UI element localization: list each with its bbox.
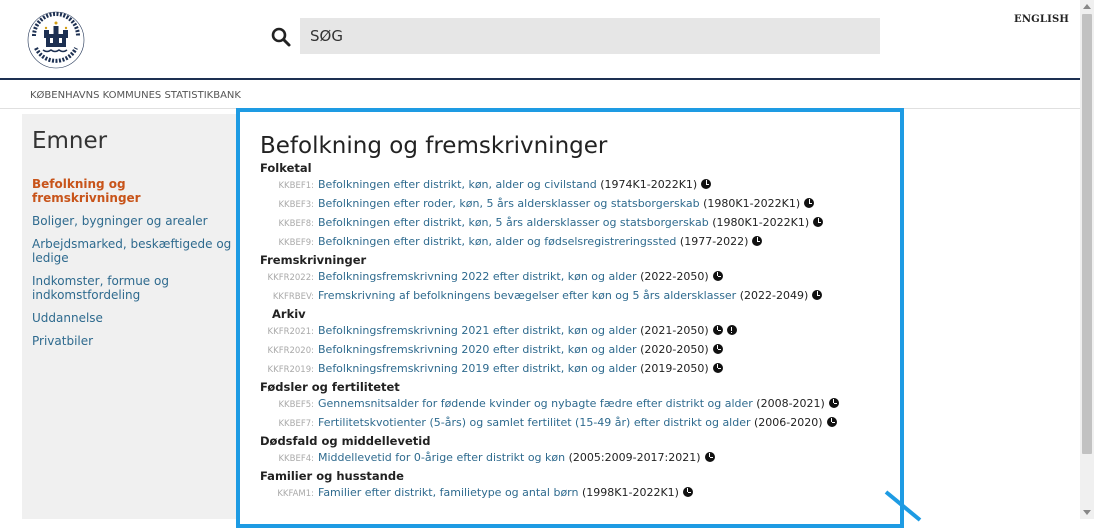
search-input[interactable] (300, 18, 880, 54)
main-content: Befolkning og fremskrivninger Folketal K… (236, 108, 904, 528)
table-link[interactable]: Befolkningen efter roder, køn, 5 års ald… (318, 197, 700, 210)
annotation-arrow (884, 490, 922, 522)
section-title: Familier og husstande (260, 469, 404, 483)
table-years: (2022-2050) (640, 270, 709, 283)
clock-icon[interactable] (752, 236, 763, 246)
clock-icon[interactable] (712, 363, 723, 373)
table-row: KKFAM1: Familier efter distrikt, familiet… (260, 484, 900, 503)
table-link[interactable]: Befolkningsfremskrivning 2021 efter dist… (318, 324, 637, 337)
table-row: KKBEF7: Fertilitetskvotienter (5-års) og … (260, 414, 900, 433)
page-title: Befolkning og fremskrivninger (260, 133, 608, 159)
table-row: KKBEF5: Gennemsnitsalder for fødende kvin… (260, 395, 900, 414)
table-code: KKFR2019: (267, 365, 314, 375)
clock-icon[interactable] (712, 344, 723, 354)
table-years: (2020-2050) (640, 343, 709, 356)
table-row: KKFRBEV: Fremskrivning af befolkningens b… (260, 287, 900, 306)
table-link[interactable]: Befolkningsfremskrivning 2019 efter dist… (318, 362, 637, 375)
table-row: KKBEF4: Middellevetid for 0-årige efter d… (260, 449, 900, 468)
table-code: KKBEF5: (278, 400, 314, 410)
kobenhavn-logo[interactable] (26, 10, 86, 70)
table-link[interactable]: Gennemsnitsalder for fødende kvinder og … (318, 397, 753, 410)
section-title: Folketal (260, 161, 312, 175)
sidebar-item-arbejdsmarked[interactable]: Arbejdsmarked, beskæftigede og ledige (32, 237, 232, 265)
table-row: KKFR2022: Befolkningsfremskrivning 2022 e… (260, 268, 900, 287)
table-code: KKFAM1: (277, 489, 314, 499)
scroll-down-icon[interactable] (1083, 510, 1091, 515)
sidebar-menu: Befolkning og fremskrivninger Boliger, b… (32, 177, 232, 357)
english-link[interactable]: ENGLISH (1014, 14, 1069, 25)
table-years: (1998K1-2022K1) (582, 486, 679, 499)
clock-icon[interactable] (712, 325, 723, 335)
section-title: Fødsler og fertilitetet (260, 380, 400, 394)
table-link[interactable]: Befolkningen efter distrikt, køn, alder … (318, 235, 676, 248)
table-years: (2019-2050) (640, 362, 709, 375)
table-years: (1974K1-2022K1) (600, 178, 698, 191)
table-years: (2008-2021) (756, 397, 825, 410)
table-row: KKBEF1: Befolkningen efter distrikt, køn,… (260, 176, 900, 195)
table-code: KKBEF4: (278, 454, 314, 464)
table-link[interactable]: Middellevetid for 0-årige efter distrikt… (318, 451, 565, 464)
section-title: Arkiv (272, 307, 306, 321)
section-title: Dødsfald og middellevetid (260, 434, 431, 448)
table-row: KKFR2021: Befolkningsfremskrivning 2021 e… (260, 322, 900, 341)
sidebar: Emner Befolkning og fremskrivninger Boli… (22, 114, 236, 519)
table-link[interactable]: Befolkningsfremskrivning 2022 efter dist… (318, 270, 637, 283)
clock-icon[interactable] (826, 417, 837, 427)
clock-icon[interactable] (704, 452, 715, 462)
table-code: KKBEF8: (278, 219, 314, 229)
table-code: KKFRBEV: (272, 292, 314, 302)
table-link[interactable]: Fertilitetskvotienter (5-års) og samlet … (318, 416, 751, 429)
clock-icon[interactable] (701, 179, 712, 189)
table-years: (1980K1-2022K1) (712, 216, 810, 229)
scrollbar-thumb[interactable] (1082, 14, 1092, 454)
sidebar-title: Emner (32, 128, 108, 154)
sidebar-item-befolkning[interactable]: Befolkning og fremskrivninger (32, 177, 232, 205)
table-years: (2021-2050) (640, 324, 709, 337)
table-row: KKFR2020: Befolkningsfremskrivning 2020 e… (260, 341, 900, 360)
table-link[interactable]: Befolkningsfremskrivning 2020 efter dist… (318, 343, 637, 356)
alert-icon[interactable] (726, 325, 737, 335)
top-header: ENGLISH (0, 0, 1080, 80)
table-row: KKBEF8: Befolkningen efter distrikt, køn,… (260, 214, 900, 233)
table-row: KKBEF9: Befolkningen efter distrikt, køn,… (260, 233, 900, 252)
sidebar-item-boliger[interactable]: Boliger, bygninger og arealer (32, 214, 232, 228)
breadcrumb[interactable]: KØBENHAVNS KOMMUNES STATISTIKBANK (30, 90, 241, 101)
table-link[interactable]: Fremskrivning af befolkningens bevægelse… (318, 289, 736, 302)
table-years: (2006-2020) (754, 416, 823, 429)
sidebar-item-privatbiler[interactable]: Privatbiler (32, 334, 232, 348)
table-row: KKFR2019: Befolkningsfremskrivning 2019 e… (260, 360, 900, 379)
table-code: KKBEF1: (278, 181, 314, 191)
table-code: KKBEF9: (278, 238, 314, 248)
table-row: KKBEF3: Befolkningen efter roder, køn, 5 … (260, 195, 900, 214)
table-link[interactable]: Familier efter distrikt, familietype og … (318, 486, 579, 499)
table-code: KKFR2022: (267, 273, 314, 283)
table-link[interactable]: Befolkningen efter distrikt, køn, alder … (318, 178, 597, 191)
table-link[interactable]: Befolkningen efter distrikt, køn, 5 års … (318, 216, 709, 229)
clock-icon[interactable] (812, 290, 823, 300)
table-code: KKBEF3: (278, 200, 314, 210)
table-code: KKFR2021: (267, 327, 314, 337)
vertical-scrollbar[interactable] (1080, 0, 1094, 519)
page-edge (1094, 0, 1104, 519)
table-code: KKFR2020: (267, 346, 314, 356)
clock-icon[interactable] (804, 198, 815, 208)
clock-icon[interactable] (828, 398, 839, 408)
table-years: (1980K1-2022K1) (703, 197, 801, 210)
search-icon[interactable] (270, 26, 292, 48)
section-title: Fremskrivninger (260, 253, 367, 267)
sidebar-item-uddannelse[interactable]: Uddannelse (32, 311, 232, 325)
clock-icon[interactable] (712, 271, 723, 281)
table-years: (1977-2022) (679, 235, 749, 248)
table-years: (2022-2049) (739, 289, 809, 302)
clock-icon[interactable] (813, 217, 824, 227)
search-field[interactable] (300, 18, 880, 54)
table-years: (2005:2009-2017:2021) (568, 451, 701, 464)
clock-icon[interactable] (682, 487, 693, 497)
sidebar-item-indkomster[interactable]: Indkomster, formue og indkomstfordeling (32, 274, 232, 302)
scroll-up-icon[interactable] (1083, 4, 1091, 9)
table-code: KKBEF7: (278, 419, 314, 429)
